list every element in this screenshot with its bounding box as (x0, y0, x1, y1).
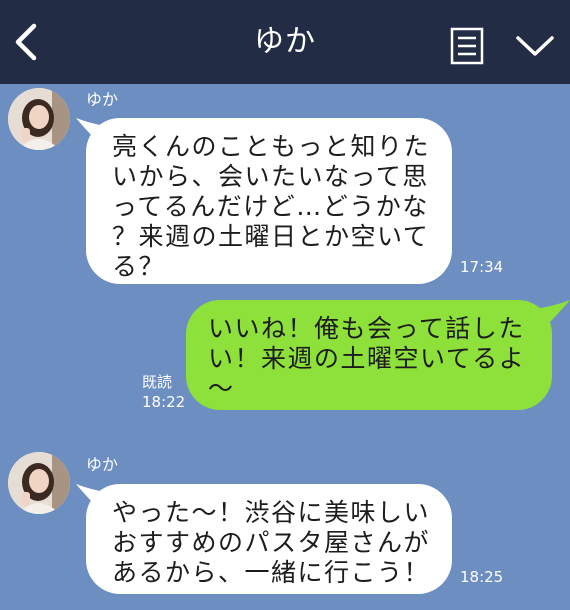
avatar[interactable] (8, 452, 70, 514)
read-receipt: 既読 (142, 373, 173, 391)
message-timestamp: 18:22 (142, 393, 186, 411)
sender-name: ゆか (86, 90, 119, 109)
profile-photo-icon (8, 452, 70, 514)
message-timestamp: 17:34 (460, 258, 504, 276)
dropdown-button[interactable] (512, 30, 558, 62)
chat-header: ゆか (0, 0, 570, 84)
notes-button[interactable] (449, 26, 485, 66)
notes-icon (450, 27, 484, 65)
message-line: 〜 (208, 374, 235, 403)
message-line: おすすめのパスタ屋さんが (112, 528, 431, 557)
bubble-tail (540, 300, 570, 326)
avatar[interactable] (8, 88, 70, 150)
incoming-message[interactable]: やった〜！渋谷に美味しい おすすめのパスタ屋さんが あるから、一緒に行こう！ (86, 484, 452, 594)
message-line: あるから、一緒に行こう！ (112, 558, 431, 587)
message-line: やった〜！渋谷に美味しい (112, 498, 431, 527)
incoming-message[interactable]: 亮くんのこともっと知りた いから、会いたいなって思 ってるんだけど…どうかな ？… (86, 118, 452, 284)
sender-name: ゆか (86, 455, 119, 474)
message-line: 亮くんのこともっと知りた (112, 132, 431, 161)
chat-screen: ゆか ゆか 亮くんのこともっと知りた いから、会いたいなって思 ってるんだけど…… (0, 0, 570, 610)
outgoing-message[interactable]: いいね！俺も会って話した い！来週の土曜空いてるよ 〜 (186, 300, 552, 410)
message-line: いから、会いたいなって思 (112, 162, 429, 191)
chevron-down-icon (516, 36, 554, 56)
message-timestamp: 18:25 (460, 568, 504, 586)
message-line: いいね！俺も会って話した (208, 314, 525, 343)
message-line: る？ (112, 252, 166, 281)
profile-photo-icon (8, 88, 70, 150)
message-line: い！来週の土曜空いてるよ (208, 344, 526, 373)
message-line: ってるんだけど…どうかな (112, 192, 429, 221)
message-line: ？来週の土曜日とか空いて (112, 222, 430, 251)
